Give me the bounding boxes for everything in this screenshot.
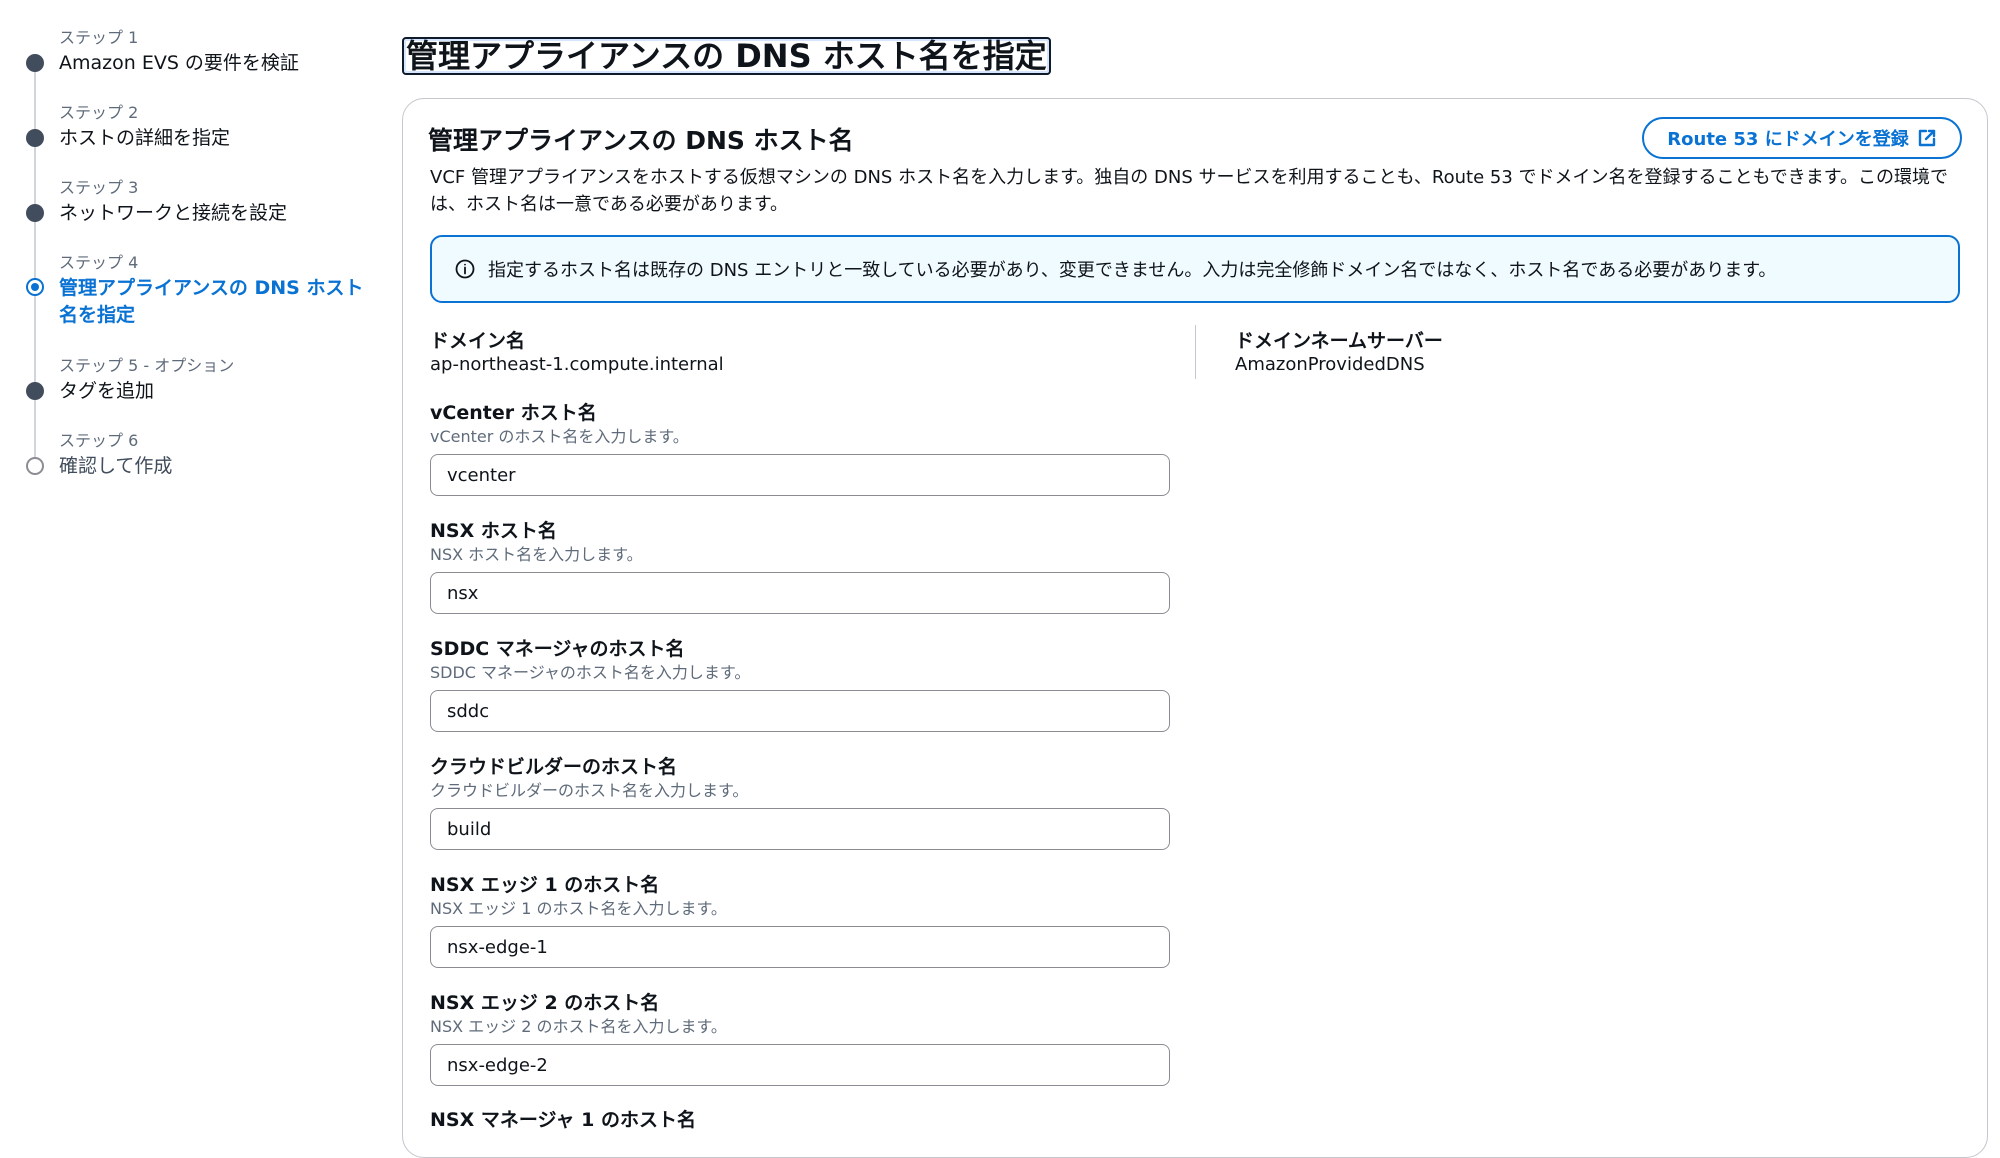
nsx-edge-1-hostname-field: NSX エッジ 1 のホスト名 NSX エッジ 1 のホスト名を入力します。 — [430, 873, 1170, 968]
cloud-builder-hostname-input[interactable] — [430, 808, 1170, 850]
nsx-edge-1-hostname-input[interactable] — [430, 926, 1170, 968]
field-label: vCenter ホスト名 — [430, 402, 597, 424]
step-kicker: ステップ 4 — [59, 253, 139, 272]
field-label: クラウドビルダーのホスト名 — [430, 756, 678, 778]
external-link-icon — [1918, 129, 1935, 147]
step-title[interactable]: ネットワークと接続を設定 — [59, 200, 374, 227]
step-kicker: ステップ 6 — [59, 431, 139, 450]
field-hint: NSX エッジ 2 のホスト名を入力します。 — [430, 1017, 727, 1036]
step-title-active[interactable]: 管理アプライアンスの DNS ホスト名を指定 — [59, 275, 374, 329]
register-domain-route53-button[interactable]: Route 53 にドメインを登録 — [1642, 117, 1962, 159]
sddc-manager-hostname-field: SDDC マネージャのホスト名 SDDC マネージャのホスト名を入力します。 — [430, 637, 1170, 732]
field-hint: NSX エッジ 1 のホスト名を入力します。 — [430, 899, 727, 918]
nsx-edge-2-hostname-field: NSX エッジ 2 のホスト名 NSX エッジ 2 のホスト名を入力します。 — [430, 991, 1170, 1086]
step-kicker: ステップ 1 — [59, 28, 139, 47]
info-alert-text: 指定するホスト名は既存の DNS エントリと一致している必要があり、変更できませ… — [488, 260, 1777, 281]
step-complete-icon — [26, 204, 44, 222]
nsx-hostname-input[interactable] — [430, 572, 1170, 614]
step-kicker: ステップ 5 - オプション — [59, 356, 235, 375]
field-label: NSX エッジ 2 のホスト名 — [430, 992, 660, 1014]
info-alert: 指定するホスト名は既存の DNS エントリと一致している必要があり、変更できませ… — [430, 235, 1960, 303]
field-label: NSX マネージャ 1 のホスト名 — [430, 1109, 696, 1131]
wizard-steps-nav: ステップ 1 Amazon EVS の要件を検証 ステップ 2 ホストの詳細を指… — [0, 0, 390, 1126]
info-icon — [455, 259, 475, 279]
step-complete-icon — [26, 129, 44, 147]
step-complete-icon — [26, 54, 44, 72]
page-title: 管理アプライアンスの DNS ホスト名を指定 — [402, 37, 1051, 75]
field-hint: vCenter のホスト名を入力します。 — [430, 427, 689, 446]
field-hint: SDDC マネージャのホスト名を入力します。 — [430, 663, 751, 682]
step-active-icon — [26, 278, 44, 296]
sddc-manager-hostname-input[interactable] — [430, 690, 1170, 732]
vcenter-hostname-field: vCenter ホスト名 vCenter のホスト名を入力します。 — [430, 401, 1170, 496]
step-title: 確認して作成 — [59, 455, 173, 477]
field-label: NSX ホスト名 — [430, 520, 557, 542]
step-kicker: ステップ 2 — [59, 103, 139, 122]
step-title[interactable]: ホストの詳細を指定 — [59, 125, 374, 152]
register-domain-label: Route 53 にドメインを登録 — [1667, 129, 1909, 150]
nameserver-label: ドメインネームサーバー — [1235, 330, 1443, 352]
cloud-builder-hostname-field: クラウドビルダーのホスト名 クラウドビルダーのホスト名を入力します。 — [430, 755, 1170, 850]
field-hint: クラウドビルダーのホスト名を入力します。 — [430, 781, 749, 800]
field-hint: NSX ホスト名を入力します。 — [430, 545, 643, 564]
nameserver-value: AmazonProvidedDNS — [1235, 354, 1425, 375]
step-complete-icon — [26, 382, 44, 400]
step-title[interactable]: Amazon EVS の要件を検証 — [59, 50, 374, 77]
step-kicker: ステップ 3 — [59, 178, 139, 197]
container-description: VCF 管理アプライアンスをホストする仮想マシンの DNS ホスト名を入力します… — [430, 167, 1948, 215]
field-label: SDDC マネージャのホスト名 — [430, 638, 685, 660]
domain-name-label: ドメイン名 — [430, 330, 526, 352]
nsx-manager-1-hostname-field: NSX マネージャ 1 のホスト名 — [430, 1108, 1170, 1132]
kv-divider — [1195, 325, 1196, 379]
nsx-edge-2-hostname-input[interactable] — [430, 1044, 1170, 1086]
step-rail — [34, 64, 36, 466]
step-title[interactable]: タグを追加 — [59, 378, 374, 405]
container-title: 管理アプライアンスの DNS ホスト名 — [428, 126, 854, 155]
nsx-hostname-field: NSX ホスト名 NSX ホスト名を入力します。 — [430, 519, 1170, 614]
domain-name-value: ap-northeast-1.compute.internal — [430, 354, 724, 375]
step-upcoming-icon — [26, 457, 44, 475]
vcenter-hostname-input[interactable] — [430, 454, 1170, 496]
field-label: NSX エッジ 1 のホスト名 — [430, 874, 660, 896]
